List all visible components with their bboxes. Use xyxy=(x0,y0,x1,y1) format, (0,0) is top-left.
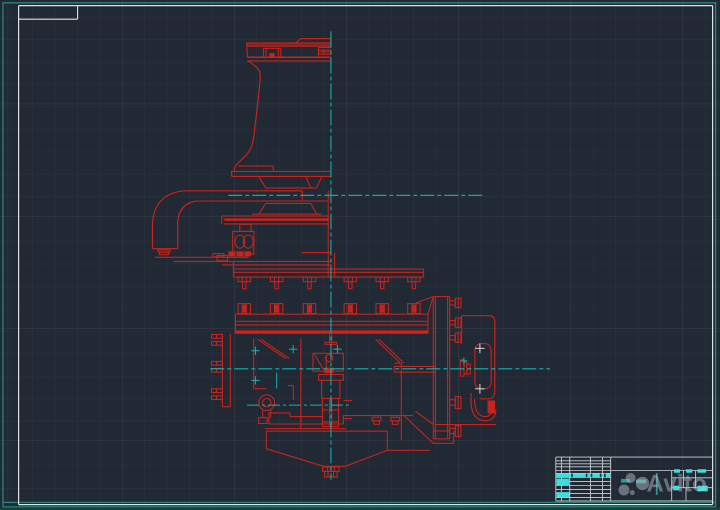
svg-text:Avito: Avito xyxy=(647,470,708,497)
